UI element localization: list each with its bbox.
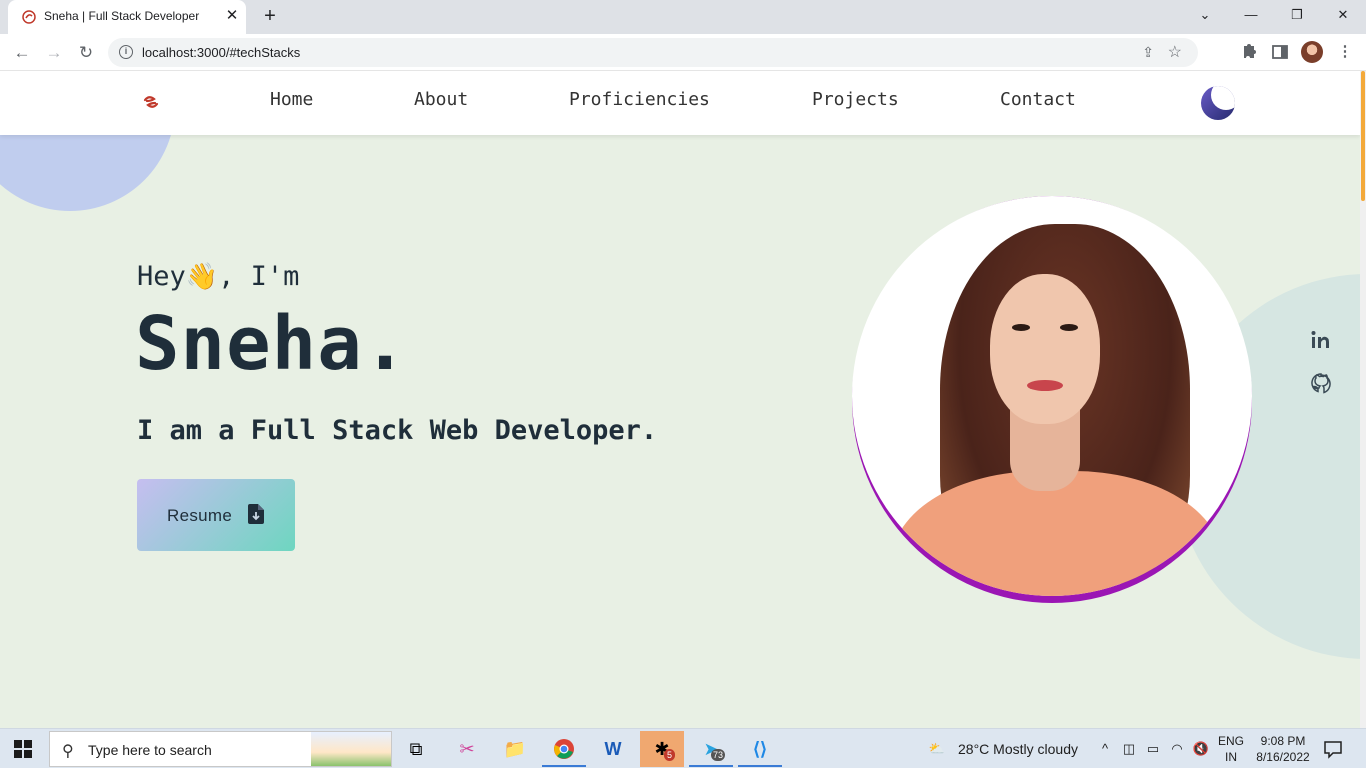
close-window-button[interactable]: ✕ xyxy=(1320,0,1366,30)
back-arrow-icon[interactable]: ← xyxy=(10,41,34,65)
site-info-icon[interactable]: i xyxy=(119,45,133,59)
clock-time: 9:08 PM xyxy=(1260,734,1306,748)
tab-close-icon[interactable]: ✕ xyxy=(224,8,240,24)
wifi-icon[interactable]: ◠ xyxy=(1168,740,1186,758)
language-indicator[interactable]: ENG IN xyxy=(1218,733,1244,765)
reload-icon[interactable]: ↻ xyxy=(74,41,98,65)
profile-portrait xyxy=(852,196,1252,603)
resume-button[interactable]: Resume xyxy=(137,479,295,551)
browser-tab[interactable]: Sneha | Full Stack Developer ✕ xyxy=(8,0,246,34)
portrait-photo xyxy=(852,196,1252,596)
waving-hand-icon: 👋 xyxy=(185,262,219,292)
hero-role: I am a Full Stack Web Developer. xyxy=(137,415,658,446)
nav-link-projects[interactable]: Projects xyxy=(812,89,899,110)
volume-muted-icon[interactable]: 🔇 xyxy=(1192,740,1210,758)
telegram-badge: 73 xyxy=(711,749,726,761)
weather-cloud-icon[interactable]: ⛅ xyxy=(928,740,946,758)
hero-name: Sneha. xyxy=(135,301,409,387)
portfolio-page: Home About Proficiencies Projects Contac… xyxy=(0,71,1366,728)
chrome-logo-icon xyxy=(554,739,574,759)
minimize-button[interactable]: — xyxy=(1228,0,1274,30)
greeting-text: Hey xyxy=(137,261,186,292)
word-icon[interactable]: W xyxy=(591,731,635,767)
browser-toolbar: ← → ↻ i localhost:3000/#techStacks ⇪ ☆ ⋮ xyxy=(0,34,1366,71)
greeting-text-end: , I'm xyxy=(218,261,300,292)
restore-button[interactable]: ❐ xyxy=(1274,0,1320,30)
profile-avatar[interactable] xyxy=(1301,41,1323,63)
lang-code: ENG xyxy=(1218,734,1245,748)
slack-icon[interactable]: ✱ 5 xyxy=(640,731,684,767)
site-navbar: Home About Proficiencies Projects Contac… xyxy=(0,71,1360,135)
file-download-icon xyxy=(248,504,264,524)
nav-link-contact[interactable]: Contact xyxy=(1000,89,1076,110)
site-favicon-icon xyxy=(22,10,36,24)
browser-menu-icon[interactable]: ⋮ xyxy=(1335,42,1355,62)
hero-greeting: Hey👋, I'm xyxy=(137,261,299,292)
slack-badge: 5 xyxy=(664,749,676,761)
telegram-icon[interactable]: ➤ 73 xyxy=(689,731,733,767)
meet-now-icon[interactable]: ◫ xyxy=(1120,740,1138,758)
search-highlight-image xyxy=(311,732,391,766)
search-placeholder: Type here to search xyxy=(88,742,212,758)
theme-toggle-moon-icon[interactable] xyxy=(1201,86,1235,120)
site-logo-icon[interactable] xyxy=(142,93,160,111)
linkedin-icon[interactable] xyxy=(1310,329,1332,351)
nav-link-home[interactable]: Home xyxy=(270,89,313,110)
notification-center-icon[interactable] xyxy=(1323,739,1343,759)
windows-taskbar: ⚲ Type here to search ⧉ ✂ 📁 W ✱ 5 ➤ 73 ⟨⟩ … xyxy=(0,728,1366,768)
search-icon: ⚲ xyxy=(62,743,74,760)
side-panel-icon[interactable] xyxy=(1270,42,1290,62)
nav-link-about[interactable]: About xyxy=(414,89,468,110)
snipping-tool-icon[interactable]: ✂ xyxy=(445,731,489,767)
page-scrollbar[interactable] xyxy=(1360,71,1366,728)
new-tab-button[interactable]: + xyxy=(260,6,280,26)
share-icon[interactable]: ⇪ xyxy=(1142,44,1154,61)
extensions-puzzle-icon[interactable] xyxy=(1238,42,1258,62)
task-view-icon[interactable]: ⧉ xyxy=(394,731,438,767)
lang-region: IN xyxy=(1225,750,1237,764)
address-bar[interactable]: i localhost:3000/#techStacks ⇪ ☆ xyxy=(108,38,1198,67)
clock-date: 8/16/2022 xyxy=(1256,750,1310,764)
system-clock[interactable]: 9:08 PM 8/16/2022 xyxy=(1252,733,1314,765)
weather-text[interactable]: 28°C Mostly cloudy xyxy=(958,741,1078,757)
nav-link-proficiencies[interactable]: Proficiencies xyxy=(569,89,710,110)
browser-tab-strip: Sneha | Full Stack Developer ✕ + ⌄ — ❐ ✕ xyxy=(0,0,1366,34)
file-explorer-icon[interactable]: 📁 xyxy=(493,731,537,767)
tab-title: Sneha | Full Stack Developer xyxy=(44,9,200,23)
battery-icon[interactable]: ▭ xyxy=(1144,740,1162,758)
windows-start-icon[interactable] xyxy=(14,740,32,758)
scrollbar-thumb[interactable] xyxy=(1361,71,1365,201)
forward-arrow-icon[interactable]: → xyxy=(42,41,66,65)
github-icon[interactable] xyxy=(1310,372,1332,394)
taskbar-search-input[interactable]: ⚲ Type here to search xyxy=(49,731,392,767)
resume-button-label: Resume xyxy=(167,506,233,525)
address-url[interactable]: localhost:3000/#techStacks xyxy=(142,45,300,60)
tray-chevron-up-icon[interactable]: ^ xyxy=(1096,740,1114,758)
bookmark-star-icon[interactable]: ☆ xyxy=(1168,42,1182,62)
chrome-icon[interactable] xyxy=(542,731,586,767)
tab-search-chevron-icon[interactable]: ⌄ xyxy=(1182,0,1228,30)
vscode-icon[interactable]: ⟨⟩ xyxy=(738,731,782,767)
